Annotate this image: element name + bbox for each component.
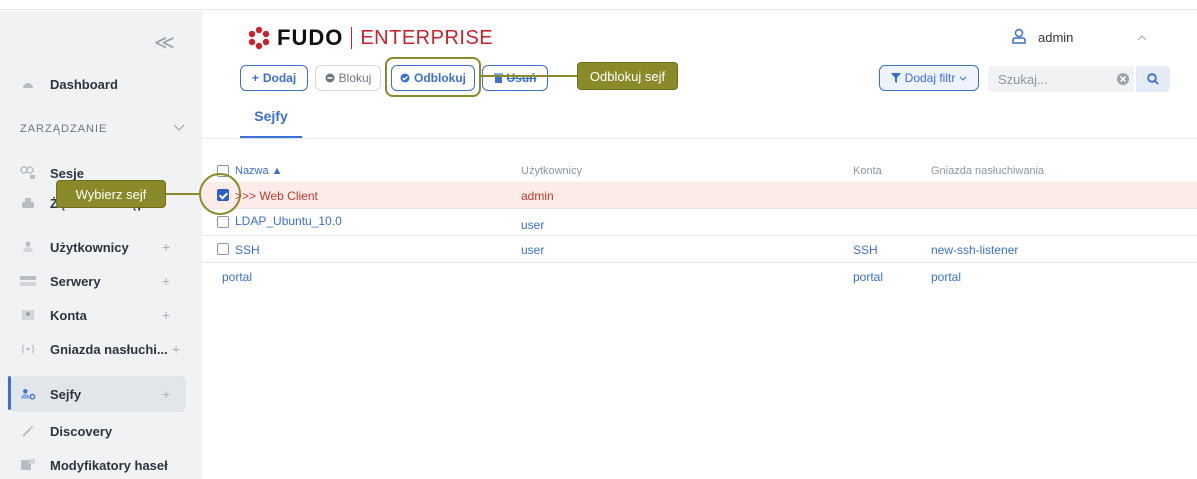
sidebar-item-dashboard[interactable]: Dashboard [0, 66, 202, 102]
safe-users[interactable]: user [521, 243, 544, 257]
delete-button[interactable]: Usuń [482, 65, 548, 91]
sidebar-item-servers[interactable]: Serwery + [0, 263, 202, 299]
sidebar-item-label: Modyfikatory haseł [50, 457, 168, 473]
active-indicator [8, 376, 11, 410]
safe-name-link[interactable]: portal [222, 270, 252, 284]
plus-icon: + [251, 71, 259, 85]
add-user-icon[interactable]: + [162, 239, 170, 255]
sessions-icon [20, 165, 36, 181]
logo-text: FUDO [277, 25, 344, 50]
column-listeners: Gniazda nasłuchiwania [931, 165, 1045, 177]
chevron-up-icon[interactable] [1137, 32, 1147, 44]
search-icon [1147, 73, 1159, 85]
sidebar-item-label: Discovery [50, 423, 113, 439]
clear-search-icon[interactable] [1116, 72, 1130, 86]
safe-name-link[interactable]: SSH [235, 243, 260, 257]
logo-divider [351, 27, 353, 49]
safe-listeners[interactable]: new-ssh-listener [931, 243, 1018, 257]
sidebar-item-discovery[interactable]: Discovery [0, 413, 202, 449]
listeners-icon [20, 341, 36, 357]
user-icon [1012, 28, 1026, 47]
add-account-icon[interactable]: + [162, 307, 170, 323]
row-checkbox[interactable] [217, 243, 229, 255]
filter-icon [890, 73, 901, 83]
add-button[interactable]: + Dodaj [240, 65, 308, 91]
sidebar-item-label: Serwery [50, 273, 101, 289]
column-users: Użytkownicy [521, 165, 583, 177]
tab-divider [202, 138, 1197, 139]
users-icon [20, 239, 36, 255]
sidebar-item-label: Użytkownicy [50, 239, 129, 255]
column-accounts: Konta [853, 165, 882, 177]
block-button[interactable]: Blokuj [315, 65, 381, 91]
table-row[interactable]: LDAP_Ubuntu_10.0 user [202, 209, 1197, 236]
sidebar-item-accounts[interactable]: Konta + [0, 297, 202, 333]
table-row[interactable]: portal portal portal [202, 263, 1197, 290]
sidebar-item-label: Dashboard [50, 76, 118, 92]
app-logo[interactable]: FUDO ENTERPRISE [247, 25, 494, 50]
callout-connector [164, 193, 200, 195]
user-name: admin [1038, 30, 1074, 45]
highlight-select [199, 173, 241, 215]
section-chevron-icon[interactable] [173, 121, 185, 135]
row-checkbox[interactable] [217, 216, 229, 228]
add-safe-icon[interactable]: + [162, 386, 170, 402]
sidebar-item-label: Sesje [50, 165, 84, 181]
safe-accounts[interactable]: SSH [853, 243, 878, 257]
safe-users[interactable]: admin [521, 189, 554, 203]
safes-icon [20, 386, 36, 402]
sidebar-item-safes[interactable]: Sejfy + [10, 376, 186, 412]
table-row[interactable]: SSH user SSH new-ssh-listener [202, 236, 1197, 263]
sidebar-item-label: Konta [50, 307, 87, 323]
logo-edition: ENTERPRISE [360, 26, 494, 49]
safe-name-link[interactable]: LDAP_Ubuntu_10.0 [235, 214, 342, 228]
sidebar-item-listeners[interactable]: Gniazda nasłuchi... + [0, 331, 202, 367]
discovery-icon [20, 423, 36, 439]
callout-unblock: Odblokuj sejf [577, 62, 678, 90]
access-requests-icon [20, 195, 36, 211]
highlight-unblock [385, 57, 481, 97]
column-name[interactable]: Nazwa ▲ [235, 165, 283, 177]
password-modifiers-icon [20, 457, 36, 473]
search-button[interactable] [1136, 66, 1170, 92]
chevron-down-icon [959, 76, 967, 81]
accounts-icon [20, 307, 36, 323]
table-header: Nazwa ▲ Użytkownicy Konta Gniazda nasłuc… [202, 160, 1197, 182]
sidebar-item-label: Gniazda nasłuchi... [50, 341, 168, 357]
servers-icon [20, 273, 36, 289]
sidebar-section-title: ZARZĄDZANIE [20, 123, 108, 135]
fudo-logo-icon [248, 26, 270, 50]
sidebar-item-label: Sejfy [50, 386, 82, 402]
safe-users[interactable]: user [521, 218, 544, 232]
add-listener-icon[interactable]: + [172, 341, 180, 357]
callout-select: Wybierz sejf [56, 180, 166, 208]
sidebar: ≪ Dashboard ZARZĄDZANIE Sesje Żądania do… [0, 11, 202, 479]
dashboard-icon [20, 76, 36, 92]
collapse-sidebar-icon[interactable]: ≪ [154, 33, 175, 53]
sidebar-item-users[interactable]: Użytkownicy + [0, 229, 202, 265]
safe-name-link[interactable]: >>> Web Client [235, 189, 318, 203]
add-filter-button[interactable]: Dodaj filtr [879, 65, 979, 91]
add-server-icon[interactable]: + [162, 273, 170, 289]
callout-connector [480, 75, 578, 77]
user-menu[interactable]: admin [1012, 28, 1073, 47]
tab-safes[interactable]: Sejfy [240, 108, 302, 138]
safe-listeners[interactable]: portal [931, 270, 961, 284]
sidebar-item-password-modifiers[interactable]: Modyfikatory haseł [0, 447, 202, 479]
block-icon [325, 73, 335, 83]
top-bar [0, 0, 1197, 10]
table-row[interactable]: >>> Web Client admin [202, 182, 1197, 209]
safe-accounts[interactable]: portal [853, 270, 883, 284]
search-input[interactable] [988, 66, 1134, 92]
